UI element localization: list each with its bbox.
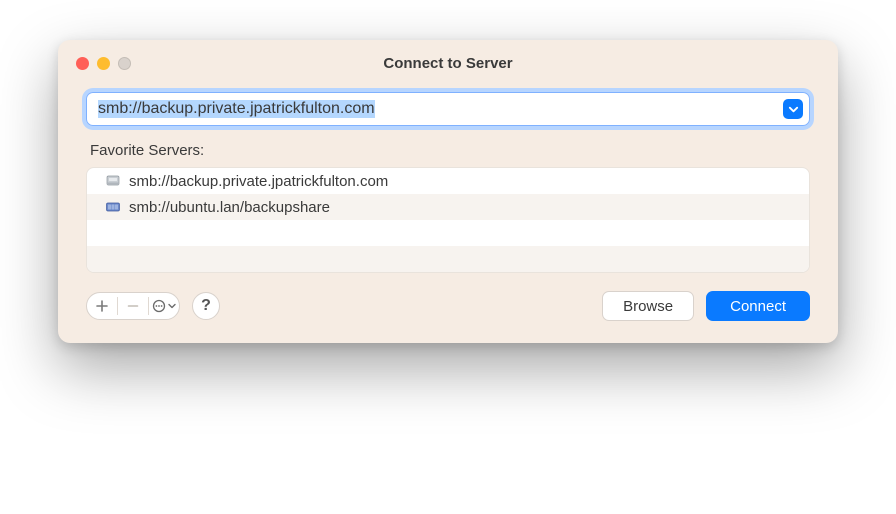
remove-favorite-button[interactable] (118, 293, 148, 319)
chevron-down-icon (168, 302, 176, 310)
favorite-server-url: smb://backup.private.jpatrickfulton.com (129, 173, 388, 190)
chevron-down-icon (788, 104, 799, 115)
more-actions-button[interactable] (149, 293, 179, 319)
traffic-lights (58, 57, 131, 70)
close-window-button[interactable] (76, 57, 89, 70)
browse-button[interactable]: Browse (602, 291, 694, 321)
minus-icon (127, 300, 139, 312)
favorite-servers-label: Favorite Servers: (90, 142, 806, 159)
favorite-servers-list: smb://backup.private.jpatrickfulton.com … (86, 167, 810, 273)
favorite-server-empty-row (87, 220, 809, 246)
connect-to-server-window: Connect to Server Favorite Servers: smb:… (58, 40, 838, 343)
server-icon (105, 199, 121, 215)
connect-button[interactable]: Connect (706, 291, 810, 321)
favorite-server-url: smb://ubuntu.lan/backupshare (129, 199, 330, 216)
help-button[interactable]: ? (192, 292, 220, 320)
question-mark-icon: ? (201, 297, 211, 315)
zoom-window-button (118, 57, 131, 70)
drive-icon (105, 173, 121, 189)
ellipsis-circle-icon (152, 299, 166, 313)
titlebar: Connect to Server (58, 40, 838, 86)
minimize-window-button[interactable] (97, 57, 110, 70)
server-address-input[interactable] (86, 92, 810, 126)
footer-row: ? Browse Connect (86, 291, 810, 321)
plus-icon (96, 300, 108, 312)
window-title: Connect to Server (58, 55, 838, 72)
favorite-server-item[interactable]: smb://ubuntu.lan/backupshare (87, 194, 809, 220)
list-actions-group (86, 292, 180, 320)
server-address-row (86, 92, 810, 126)
favorite-server-empty-row (87, 246, 809, 272)
recent-servers-dropdown-button[interactable] (783, 99, 803, 119)
window-content: Favorite Servers: smb://backup.private.j… (58, 86, 838, 343)
add-favorite-button[interactable] (87, 293, 117, 319)
favorite-server-item[interactable]: smb://backup.private.jpatrickfulton.com (87, 168, 809, 194)
